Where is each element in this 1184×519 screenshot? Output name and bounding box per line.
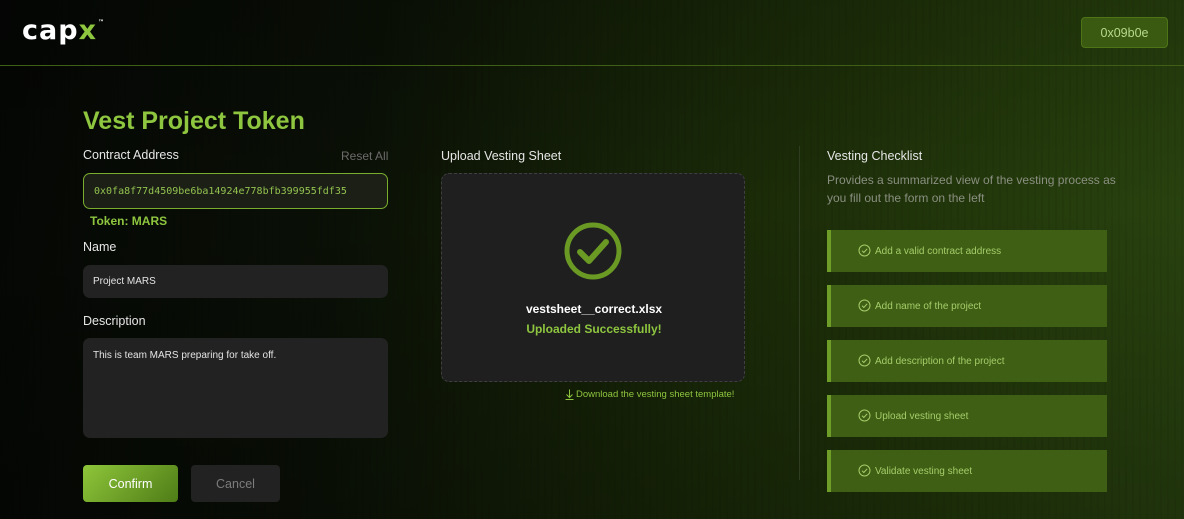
uploaded-filename: vestsheet__correct.xlsx [525, 302, 663, 316]
download-template-text: Download the vesting sheet template! [576, 389, 735, 400]
confirm-button[interactable]: Confirm [83, 465, 178, 502]
column-divider [799, 146, 800, 480]
contract-address-label: Contract Address [83, 148, 179, 162]
checklist-item-label: Upload vesting sheet [875, 410, 969, 422]
check-circle-icon [858, 244, 871, 257]
capx-logo[interactable]: capx™ [22, 15, 105, 46]
description-textarea[interactable]: This is team MARS preparing for take off… [83, 338, 388, 438]
contract-address-input[interactable]: 0x0fa8f77d4509be6ba14924e778bfb399955fdf… [83, 173, 388, 209]
checklist-item: Upload vesting sheet [827, 395, 1107, 437]
upload-status: Uploaded Successfully! [526, 322, 662, 336]
download-template-link[interactable]: Download the vesting sheet template! [565, 389, 734, 400]
checklist-item: Validate vesting sheet [827, 450, 1107, 492]
checklist-item-label: Add a valid contract address [875, 245, 1002, 257]
description-label: Description [83, 314, 146, 328]
checklist-item: Add a valid contract address [827, 230, 1107, 272]
check-circle-icon [858, 464, 871, 477]
checklist-title: Vesting Checklist [827, 149, 923, 163]
checklist-item-label: Add description of the project [875, 355, 1005, 367]
checklist-item: Add description of the project [827, 340, 1107, 382]
checklist-item-label: Add name of the project [875, 300, 982, 312]
name-label: Name [83, 240, 117, 254]
header-divider [0, 65, 1184, 66]
check-circle-icon [858, 409, 871, 422]
wallet-address-button[interactable]: 0x09b0e [1081, 17, 1168, 48]
checklist-item-label: Validate vesting sheet [875, 465, 973, 477]
logo-trademark: ™ [97, 19, 105, 26]
page-title: Vest Project Token [83, 107, 305, 135]
cancel-button[interactable]: Cancel [191, 465, 280, 502]
checklist-item: Add name of the project [827, 285, 1107, 327]
logo-text: cap [22, 15, 79, 46]
check-circle-icon [858, 354, 871, 367]
check-circle-icon [858, 299, 871, 312]
token-name-indicator: Token: MARS [90, 214, 168, 228]
upload-vesting-sheet-label: Upload Vesting Sheet [441, 149, 562, 163]
check-circle-icon [564, 222, 622, 280]
project-name-input[interactable]: Project MARS [83, 265, 388, 298]
logo-accent: x [78, 15, 97, 46]
download-icon [565, 389, 574, 400]
reset-all-button[interactable]: Reset All [341, 149, 388, 163]
upload-dropzone[interactable]: vestsheet__correct.xlsx Uploaded Success… [441, 173, 745, 382]
checklist-subtitle: Provides a summarized view of the vestin… [827, 173, 1116, 205]
